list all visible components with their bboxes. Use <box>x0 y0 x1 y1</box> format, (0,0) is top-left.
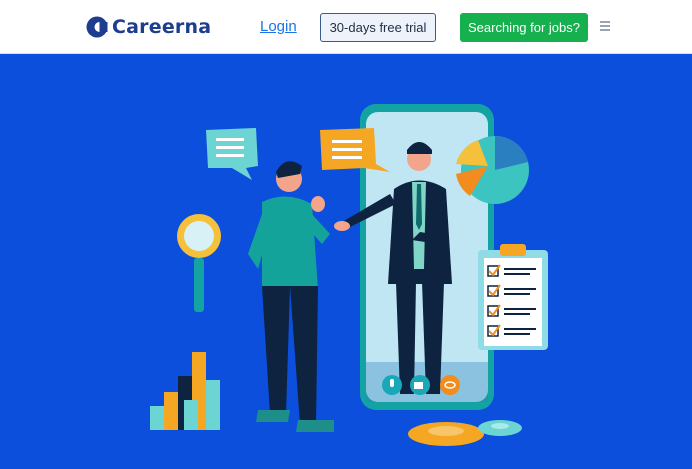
gears-illustration <box>408 420 522 446</box>
checklist-clipboard-illustration <box>478 244 548 350</box>
link-icon <box>440 375 460 395</box>
login-link[interactable]: Login <box>260 18 297 35</box>
phone-call-controls <box>382 375 460 395</box>
searching-for-jobs-button[interactable]: Searching for jobs? <box>460 13 588 42</box>
hamburger-icon[interactable] <box>600 21 610 31</box>
hero-banner <box>0 54 692 469</box>
job-seeker-figure <box>248 161 334 432</box>
careerna-logo[interactable]: Careerna <box>86 15 211 39</box>
bar-chart-illustration <box>150 352 220 430</box>
job-interview-illustration <box>150 104 548 446</box>
careerna-logo-icon <box>86 16 108 38</box>
magnifying-glass-icon <box>177 214 221 312</box>
speech-bubble-left <box>206 128 258 180</box>
free-trial-button[interactable]: 30-days free trial <box>320 13 436 42</box>
top-navigation-bar: Careerna Login 30-days free trial Search… <box>0 0 692 54</box>
brand-name: Careerna <box>112 16 212 38</box>
